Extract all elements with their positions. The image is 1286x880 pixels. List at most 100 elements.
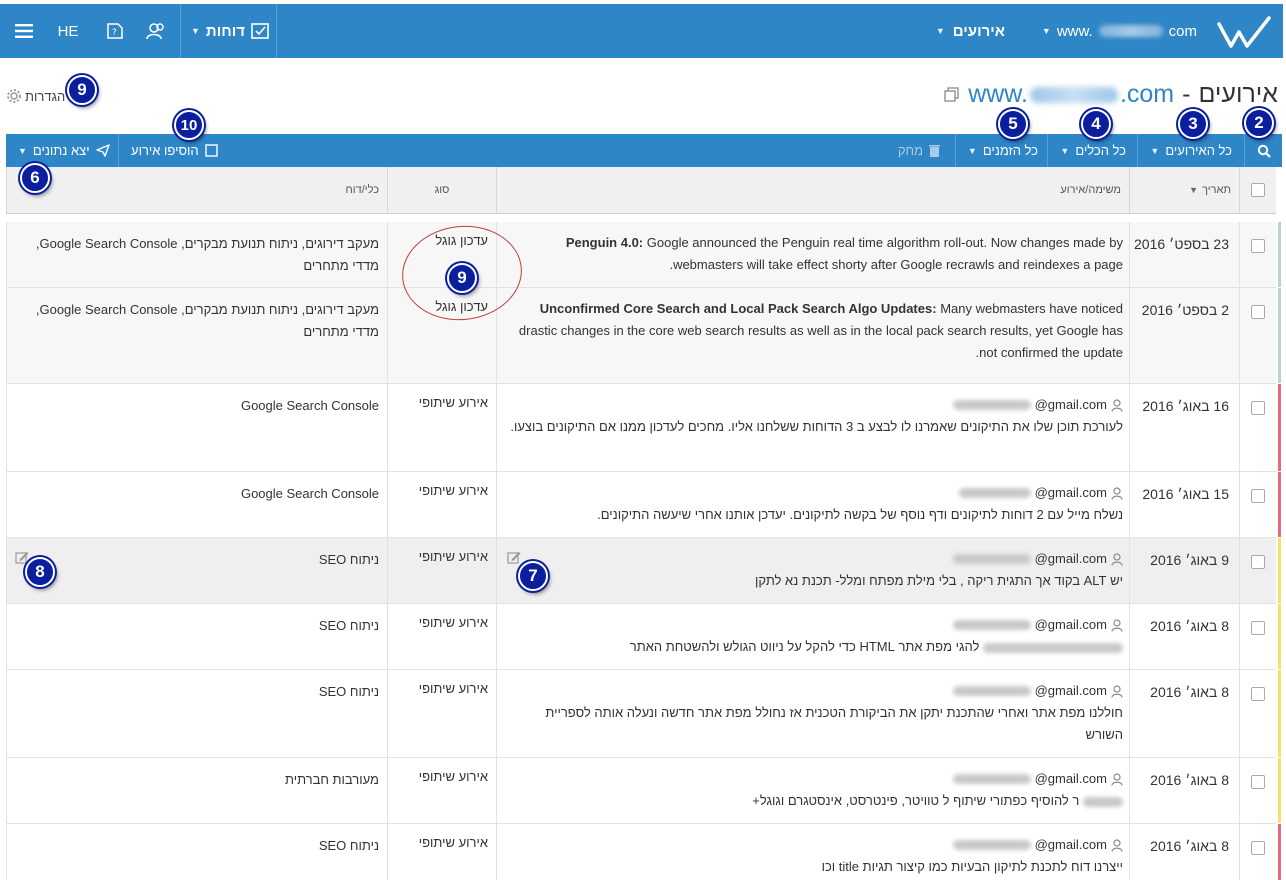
row-task: Penguin 4.0: Google announced the Pengui… [496,222,1129,287]
badge-3: 3 [1178,109,1208,139]
badge-4: 4 [1081,109,1111,139]
gear-icon [7,89,21,103]
add-event-label: הוסיפו אירוע [131,143,199,158]
row-user: @gmail.com [507,680,1123,702]
row-checkbox[interactable] [1251,305,1265,319]
select-all-cell [1239,167,1276,213]
all-tools-filter[interactable]: כל הכלים ▼ [1047,134,1138,167]
user-icon [1111,552,1123,566]
row-checkbox[interactable] [1251,775,1265,789]
user-email: @gmail.com [1034,397,1107,412]
table-row[interactable]: 2 בספט׳ 2016 Unconfirmed Core Search and… [6,288,1281,384]
row-checkbox[interactable] [1251,555,1265,569]
row-user: @gmail.com [507,548,1123,570]
row-checkbox-cell [1239,758,1276,823]
edit-icon[interactable] [15,550,29,564]
user-icon [1111,838,1123,852]
row-checkbox[interactable] [1251,687,1265,701]
row-checkbox[interactable] [1251,239,1265,253]
header-tool-label: כלי/דוח [345,184,380,196]
task-text-visible: להגי מפת אתר HTML כדי להקל על ניווט הגול… [629,639,980,654]
events-menu[interactable]: ▼ אירועים [936,4,1005,58]
edit-icon[interactable] [507,550,521,564]
table-row[interactable]: 8 באוג׳ 2016 @gmail.com להגי מפת אתר HTM… [6,604,1281,670]
search-button[interactable] [1244,134,1282,167]
events-menu-label: אירועים [952,22,1005,40]
row-task: @gmail.com לעורכת תוכן שלו את התיקונים ש… [496,384,1129,471]
row-type: אירוע שיתופי [387,472,496,537]
header-task: משימה/אירוע [496,167,1129,213]
table-row[interactable]: 23 בספט׳ 2016 Penguin 4.0: Google announ… [6,222,1281,288]
title-domain[interactable]: www. .com [968,80,1174,109]
blurred-domain [1029,86,1118,103]
row-date: 8 באוג׳ 2016 [1129,824,1239,880]
search-icon [1257,144,1271,158]
copy-icon[interactable] [944,86,960,103]
row-user: @gmail.com [507,768,1123,790]
row-date: 2 בספט׳ 2016 [1129,288,1239,383]
logo[interactable] [1217,16,1273,50]
table-row[interactable]: 8 באוג׳ 2016 @gmail.com ר להוסיף כפתורי … [6,758,1281,824]
chevron-down-icon: ▼ [1150,145,1160,156]
blurred-username [952,774,1031,784]
events-toolbar: כל האירועים ▼ כל הכלים ▼ כל הזמנים ▼ מחק… [6,134,1282,167]
badge-5: 5 [998,109,1028,139]
row-type: אירוע שיתופי [387,670,496,757]
blurred-username [958,488,1031,498]
row-user: @gmail.com [507,614,1123,636]
language-switch[interactable]: HE [36,4,100,58]
domain-selector[interactable]: ▼ www. com [1042,4,1197,58]
row-task: @gmail.com ר להוסיף כפתורי שיתוף ל טוויט… [496,758,1129,823]
task-text: להגי מפת אתר HTML כדי להקל על ניווט הגול… [507,636,1123,658]
all-times-filter[interactable]: כל הזמנים ▼ [954,134,1050,167]
row-stripe [1278,538,1281,603]
task-text: Google announced the Penguin real time a… [646,235,1123,272]
table-row[interactable]: 9 באוג׳ 2016 @gmail.com יש ALT בקוד אך ה… [6,538,1281,604]
domain-suffix: com [1168,22,1197,40]
select-all-checkbox[interactable] [1251,183,1265,197]
table-row[interactable]: 15 באוג׳ 2016 @gmail.com נשלח מייל עם 2 … [6,472,1281,538]
header-type: סוג [387,167,496,213]
row-checkbox-cell [1239,824,1276,880]
user-email: @gmail.com [1034,837,1107,852]
header-task-label: משימה/אירוע [1060,184,1121,196]
table-row[interactable]: 16 באוג׳ 2016 @gmail.com לעורכת תוכן שלו… [6,384,1281,472]
users-icon[interactable] [130,4,182,58]
title-separator: - [1182,80,1191,108]
table-header: תאריך ▼ משימה/אירוע סוג כלי/דוח [6,167,1276,214]
row-checkbox[interactable] [1251,401,1265,415]
header-type-label: סוג [434,184,450,196]
row-checkbox[interactable] [1251,489,1265,503]
row-checkbox[interactable] [1251,621,1265,635]
row-checkbox-cell [1239,384,1276,471]
row-checkbox-cell [1239,604,1276,669]
chevron-down-icon: ▼ [1041,26,1051,36]
table-row[interactable]: 8 באוג׳ 2016 @gmail.com חוללנו מפת אתר ו… [6,670,1281,758]
row-checkbox[interactable] [1251,841,1265,855]
table-row[interactable]: 8 באוג׳ 2016 @gmail.com ייצרנו דוח לתכנת… [6,824,1281,880]
help-icon[interactable]: ? [100,4,130,58]
row-task: @gmail.com ייצרנו דוח לתכנת לתיקון הבעיו… [496,824,1129,880]
user-email: @gmail.com [1034,551,1107,566]
row-type: אירוע שיתופי [387,538,496,603]
chevron-down-icon: ▼ [18,145,27,156]
send-icon [95,144,110,157]
badge-9-settings: 9 [67,75,97,105]
badge-9-row: 9 [447,263,477,293]
row-stripe [1278,288,1281,383]
menu-icon[interactable] [12,4,36,58]
user-icon [1111,684,1123,698]
user-email: @gmail.com [1034,617,1107,632]
settings-link[interactable]: הגדרות [6,88,65,104]
export-button[interactable]: יצא נתונים ▼ [6,134,122,167]
blurred-username [952,400,1031,410]
header-date[interactable]: תאריך ▼ [1129,167,1239,213]
delete-label: מחק [897,143,923,158]
chevron-down-icon: ▼ [967,145,977,156]
row-stripe [1278,222,1281,287]
row-checkbox-cell [1239,472,1276,537]
add-event-button[interactable]: הוסיפו אירוע [118,134,230,167]
reports-menu[interactable]: ▼ דוחות [180,4,277,58]
row-tool: ניתוח SEO [6,670,387,757]
delete-button[interactable]: מחק [886,134,952,167]
